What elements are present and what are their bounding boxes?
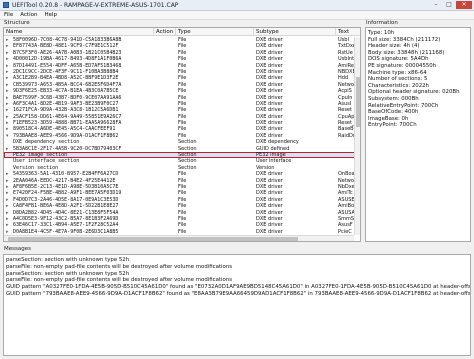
messages-list: parseSection: section with unknown type …: [4, 255, 470, 298]
message-line[interactable]: GUID pattern "793BAAE8-AEE9-4566-9D9A-D1…: [4, 291, 470, 298]
info-line: Number of sections: 5: [368, 76, 428, 83]
messages-label: Messages: [4, 246, 31, 252]
info-line: PE signature: 00004550h: [368, 62, 437, 69]
structure-header: Name Action Type Subtype Text: [4, 28, 360, 36]
column-name[interactable]: Name: [4, 28, 154, 36]
menu-action[interactable]: Action: [20, 11, 37, 19]
information-panel: Type: 10h Full size: 3384Ch (211172) Heade…: [365, 27, 471, 242]
message-line[interactable]: parseFile: non-empty pad-file contents w…: [4, 264, 470, 271]
column-subtype[interactable]: Subtype: [254, 28, 336, 36]
menu-file[interactable]: File: [4, 11, 13, 19]
column-action[interactable]: Action: [154, 28, 176, 36]
tree-rows: ▸ 58F0096D-7C08-4C78-941D-C5A1833B6A8B Fil…: [4, 37, 360, 241]
info-line: Full size: 3384Ch (211172): [368, 36, 441, 43]
info-line: DOS signature: 5A4Dh: [368, 56, 429, 63]
maximize-button[interactable]: □: [443, 1, 455, 9]
menu-bar: File Action Help: [0, 11, 474, 20]
scroll-thumb[interactable]: [356, 77, 360, 127]
vertical-scrollbar[interactable]: [354, 37, 360, 235]
minimize-button[interactable]: –: [430, 1, 442, 9]
info-line: Body size: 33848h (211168): [368, 49, 445, 56]
menu-help[interactable]: Help: [44, 11, 57, 19]
info-line: Header size: 4h (4): [368, 43, 420, 50]
column-text[interactable]: Text: [336, 28, 360, 36]
structure-tree[interactable]: Name Action Type Subtype Text ▸ 58F0096D-…: [3, 27, 361, 242]
title-bar: UEFITool 0.20.8 - RAMPAGE-V-EXTREME-ASUS…: [0, 0, 474, 11]
info-line: Subsystem: 000Bh: [368, 95, 419, 102]
column-type[interactable]: Type: [176, 28, 254, 36]
window-controls: – □ ✕: [430, 1, 472, 9]
scroll-thumb[interactable]: [8, 237, 298, 241]
messages-panel[interactable]: parseSection: section with unknown type …: [3, 254, 471, 356]
info-line: EntryPoint: 700Ch: [368, 122, 417, 129]
message-line[interactable]: GUID pattern "A0327FE0-1FDA-4E5B-905D-B5…: [4, 284, 470, 291]
app-icon: [3, 2, 9, 8]
info-line: Characteristics: 2022h: [368, 82, 429, 89]
information-label: Information: [366, 20, 398, 26]
horizontal-scrollbar[interactable]: [4, 235, 354, 241]
information-text: Type: 10h Full size: 3384Ch (211172) Heade…: [366, 28, 470, 129]
message-line[interactable]: parseFile: non-empty pad-file contents w…: [4, 277, 470, 284]
info-line: Machine type: x86-64: [368, 69, 427, 76]
structure-label: Structure: [4, 20, 30, 26]
info-line: ImageBase: 0h: [368, 115, 409, 122]
info-line: RelativeEntryPoint: 700Ch: [368, 102, 439, 109]
close-button[interactable]: ✕: [456, 1, 472, 9]
message-line[interactable]: parseSection: section with unknown type …: [4, 257, 470, 264]
message-line[interactable]: parseSection: section with unknown type …: [4, 271, 470, 278]
window-title: UEFITool 0.20.8 - RAMPAGE-V-EXTREME-ASUS…: [12, 2, 179, 9]
info-line: Type: 10h: [368, 30, 395, 36]
info-line: BaseOfCode: 400h: [368, 109, 419, 116]
info-line: Optional header signature: 020Bh: [368, 89, 460, 96]
